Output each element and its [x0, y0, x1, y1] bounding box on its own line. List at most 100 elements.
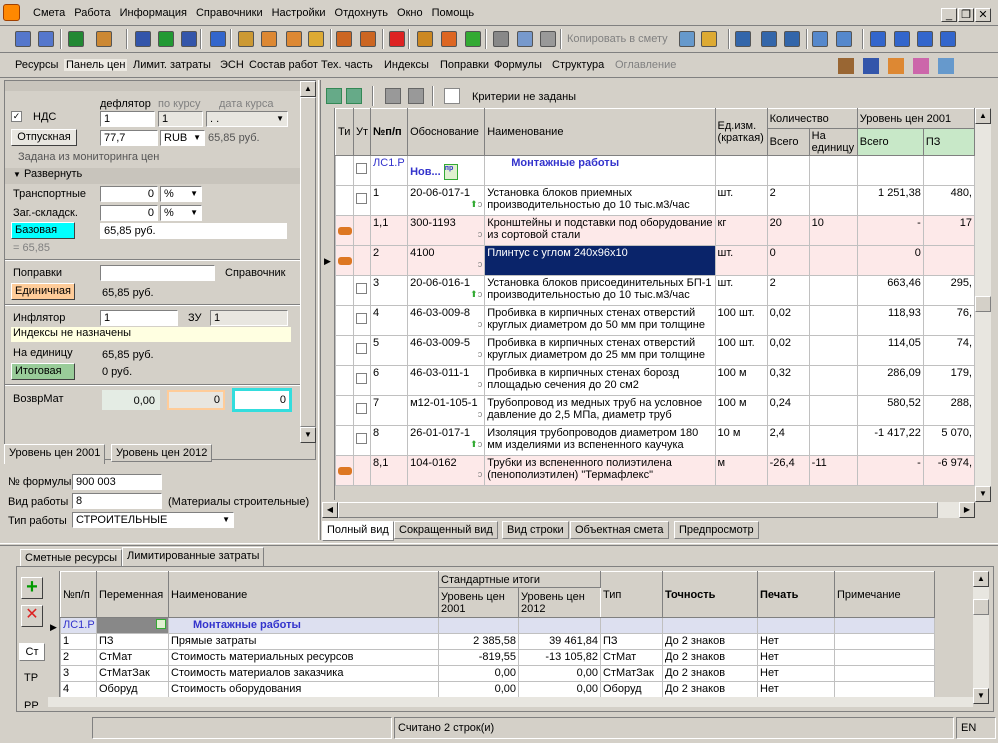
checkbox[interactable]	[356, 283, 368, 294]
bricks-icon[interactable]	[360, 31, 376, 47]
paste-icon[interactable]	[540, 31, 556, 47]
row-price-total[interactable]: 1 251,38	[856, 185, 924, 216]
recalc-icon[interactable]	[210, 31, 226, 47]
lim-section-var[interactable]	[96, 617, 169, 634]
col-header-price[interactable]: Уровень цен 2001	[856, 108, 976, 129]
checkbox[interactable]	[356, 163, 368, 174]
row-qty-per[interactable]	[808, 245, 858, 276]
col-header-qty[interactable]: Количество	[766, 108, 858, 129]
lim-vscroll[interactable]: ▲ ▼	[973, 571, 989, 704]
tools-icon[interactable]	[838, 58, 854, 74]
ut-cell[interactable]	[353, 185, 372, 216]
view-tab[interactable]: Сокращенный вид	[394, 521, 498, 539]
row-qty[interactable]: 0,02	[766, 335, 810, 366]
lim-prec[interactable]: До 2 знаков	[662, 665, 758, 682]
scroll-left-icon[interactable]: ◀	[322, 502, 338, 518]
section-basis[interactable]: Нов... пр	[407, 155, 486, 186]
cell[interactable]	[808, 155, 858, 186]
lim-var[interactable]: Оборуд	[96, 681, 169, 698]
lim-v2012[interactable]: 0,00	[518, 681, 601, 698]
splitter-horizontal[interactable]	[0, 543, 998, 546]
formula-field[interactable]: 900 003	[72, 474, 162, 490]
people-icon[interactable]	[261, 31, 277, 47]
by-rate-field[interactable]: 1	[158, 111, 203, 127]
row-basis[interactable]: 300-1193 ↄ	[407, 215, 486, 246]
row-qty-per[interactable]	[808, 425, 858, 456]
comment-icon[interactable]	[308, 31, 324, 47]
lim-header-name[interactable]: Наименование	[168, 571, 439, 618]
tab-limited-costs[interactable]: Лимитированные затраты	[122, 547, 265, 567]
col-header-basis[interactable]: Обоснование	[407, 108, 486, 156]
storage-field[interactable]: 0	[100, 205, 158, 221]
row-basis[interactable]: 4100 ↄ	[407, 245, 486, 276]
row-pz[interactable]: 5 070,	[922, 425, 976, 456]
row-pz[interactable]: -6 974,	[922, 455, 976, 486]
row-unit[interactable]: 10 м	[714, 425, 768, 456]
row-basis[interactable]: 46-03-009-8 ↄ	[407, 305, 486, 336]
row-name[interactable]: Плинтус с углом 240x96x10	[484, 245, 716, 276]
expand-header[interactable]: ▼ Развернуть	[5, 168, 300, 184]
row-qty[interactable]: 2	[766, 275, 810, 306]
row-pz[interactable]: 17	[922, 215, 976, 246]
row-unit[interactable]: шт.	[714, 275, 768, 306]
add-row-icon[interactable]	[15, 31, 31, 47]
row-name[interactable]: Установка блоков приемных производительн…	[484, 185, 716, 216]
lim-header-std[interactable]: Стандартные итоги	[438, 571, 601, 588]
corrections-field[interactable]	[100, 265, 215, 281]
lim-v2012[interactable]: 0,00	[518, 665, 601, 682]
lim-var[interactable]: ПЗ	[96, 633, 169, 650]
grid-view2-icon[interactable]	[346, 88, 362, 104]
undo-icon[interactable]	[181, 31, 197, 47]
cell[interactable]	[353, 155, 372, 186]
ut-cell[interactable]	[353, 335, 372, 366]
outdent-icon[interactable]	[894, 31, 910, 47]
table-row[interactable]: 3 20-06-016-1 ⬆ↄ Установка блоков присоедин…	[334, 275, 976, 306]
nav-tab[interactable]: Индексы	[384, 59, 429, 71]
nav-tab[interactable]: Поправки	[440, 59, 489, 71]
row-num[interactable]: 2	[370, 245, 409, 276]
menu-item[interactable]: Окно	[397, 7, 423, 19]
row-price-total[interactable]: 114,05	[856, 335, 924, 366]
row-unit[interactable]: 100 шт.	[714, 335, 768, 366]
row-qty[interactable]: 0	[766, 245, 810, 276]
col-header-ut[interactable]: Ут	[353, 108, 372, 156]
checkbox[interactable]	[356, 433, 368, 444]
row-qty[interactable]: 2,4	[766, 425, 810, 456]
table-row[interactable]: 7 м12-01-105-1 ↄ Трубопровод из медных труб…	[334, 395, 976, 426]
menu-item[interactable]: Помощь	[432, 7, 475, 19]
flag-icon[interactable]	[812, 31, 828, 47]
row-pz[interactable]: 295,	[922, 275, 976, 306]
minimize-button[interactable]: _	[941, 8, 957, 22]
section-title[interactable]: Монтажные работы	[484, 155, 716, 186]
ti-cell[interactable]	[334, 305, 355, 336]
nav-tab[interactable]: Ресурсы	[15, 59, 58, 71]
menu-item[interactable]: Отдохнуть	[335, 7, 389, 19]
side-tab-tr[interactable]: ТР	[24, 672, 38, 684]
inflator-field[interactable]: 1	[100, 310, 178, 326]
ti-cell[interactable]	[334, 365, 355, 396]
nav-tab[interactable]: ЭСН	[220, 59, 244, 71]
lim-hscroll[interactable]	[48, 697, 973, 707]
checkbox[interactable]	[356, 343, 368, 354]
row-pz[interactable]: 76,	[922, 305, 976, 336]
nav-tab[interactable]: Состав работ	[249, 59, 318, 71]
scroll-up-icon[interactable]: ▲	[973, 571, 989, 587]
jobtype-select[interactable]: СТРОИТЕЛЬНЫЕ ▼	[72, 512, 234, 528]
scroll-right-icon[interactable]: ▶	[959, 502, 975, 518]
lim-note[interactable]	[834, 665, 935, 682]
lim-header-prec[interactable]: Точность	[662, 571, 758, 618]
copy-icon[interactable]	[517, 31, 533, 47]
col-header-qty-total[interactable]: Всего	[766, 128, 810, 156]
delete-button[interactable]: ✕	[21, 605, 43, 627]
lim-header-num[interactable]: №п/п	[60, 571, 97, 618]
row-num[interactable]: 4	[370, 305, 409, 336]
row-unit[interactable]: шт.	[714, 185, 768, 216]
r-icon[interactable]	[761, 31, 777, 47]
lim-name[interactable]: Прямые затраты	[168, 633, 439, 650]
col-header-unit[interactable]: Ед.изм. (краткая)	[714, 108, 768, 156]
nav-tab[interactable]: Структура	[552, 59, 604, 71]
bricks-icon[interactable]	[888, 58, 904, 74]
scroll-down-icon[interactable]: ▼	[300, 427, 316, 443]
row-unit[interactable]: 100 м	[714, 395, 768, 426]
pr-icon[interactable]	[784, 31, 800, 47]
